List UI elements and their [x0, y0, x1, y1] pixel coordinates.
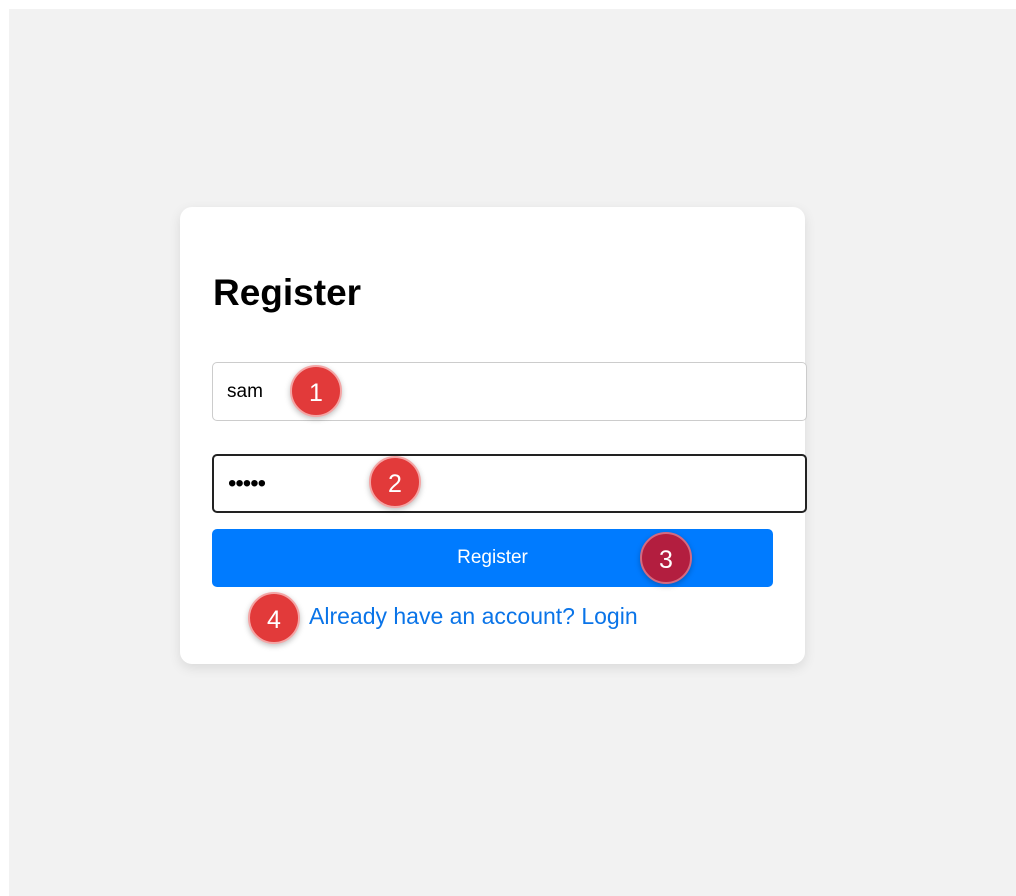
login-link[interactable]: Already have an account? Login: [309, 602, 638, 630]
page-title: Register: [213, 272, 362, 313]
annotation-marker-2: 2: [369, 456, 421, 508]
annotation-marker-3: 3: [640, 532, 692, 584]
annotation-marker-1: 1: [290, 365, 342, 417]
password-field[interactable]: [212, 454, 807, 513]
annotation-marker-4: 4: [248, 592, 300, 644]
